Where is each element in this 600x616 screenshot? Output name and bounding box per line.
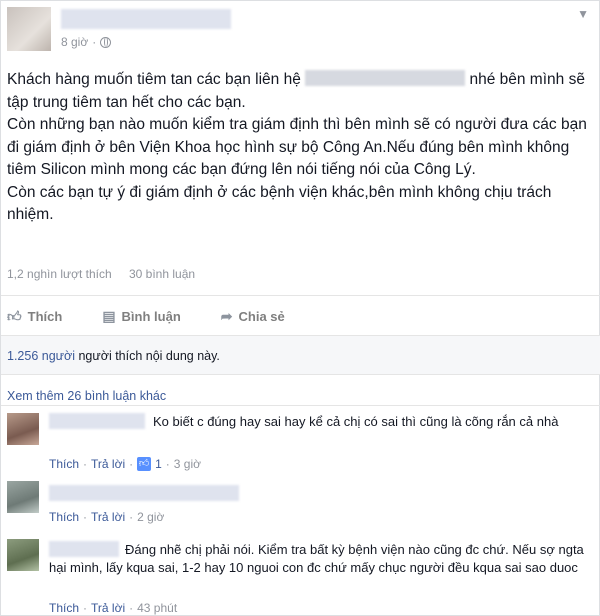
divider xyxy=(1,405,600,406)
post-paragraph-3: Còn các bạn tự ý đi giám định ở các bệnh… xyxy=(7,183,552,224)
comment-like-link[interactable]: Thích xyxy=(49,457,79,471)
author-name-redacted[interactable] xyxy=(61,9,231,29)
divider xyxy=(1,295,600,296)
comment-time[interactable]: 3 giờ xyxy=(174,457,201,471)
comment-like-count[interactable]: 1 xyxy=(155,457,162,471)
post-meta: 8 giờ · xyxy=(61,35,112,49)
comment-like-link[interactable]: Thích xyxy=(49,510,79,524)
comment-reply-link[interactable]: Trả lời xyxy=(91,457,125,471)
thumbs-up-icon: 👍︎ xyxy=(137,457,152,471)
comment-reply-link[interactable]: Trả lời xyxy=(91,510,125,524)
comment-icon: ▤ xyxy=(102,307,116,324)
comment-reply-link[interactable]: Trả lời xyxy=(91,601,125,615)
commenter-avatar[interactable] xyxy=(7,413,39,445)
comment-text: Đáng nhẽ chị phải nói. Kiểm tra bất kỳ b… xyxy=(49,542,584,575)
post-stats: 1,2 nghìn lượt thích 30 bình luận xyxy=(7,267,209,281)
commenter-avatar[interactable] xyxy=(7,481,39,513)
share-icon: ➦ xyxy=(220,307,233,324)
comment-meta: Thích · Trả lời · 👍︎ 1 · 3 giờ xyxy=(49,457,202,471)
post-card: 8 giờ · ▼ Khách hàng muốn tiêm tan các b… xyxy=(0,0,600,616)
likes-count[interactable]: 1,2 nghìn lượt thích xyxy=(7,267,112,281)
globe-icon xyxy=(100,36,112,48)
comment-meta: Thích · Trả lời · 2 giờ xyxy=(49,510,165,524)
comment-time[interactable]: 43 phút xyxy=(137,601,177,615)
post-time[interactable]: 8 giờ xyxy=(61,35,88,49)
comment-button[interactable]: ▤ Bình luận xyxy=(102,308,180,325)
comment-time[interactable]: 2 giờ xyxy=(137,510,164,524)
likers-link[interactable]: 1.256 người xyxy=(7,349,75,363)
comment-text: Ko biết c đúng hay sai hay kể cả chị có … xyxy=(153,414,559,429)
commenter-avatar[interactable] xyxy=(7,539,39,571)
post-body: Khách hàng muốn tiêm tan các bạn liên hệ… xyxy=(7,69,592,227)
post-paragraph-1: Khách hàng muốn tiêm tan các bạn liên hệ… xyxy=(7,70,585,111)
chevron-down-icon[interactable]: ▼ xyxy=(577,7,589,21)
phone-redacted xyxy=(305,70,466,86)
commenter-name-redacted[interactable] xyxy=(49,485,239,501)
share-button[interactable]: ➦ Chia sẻ xyxy=(221,308,285,325)
comments-count[interactable]: 30 bình luận xyxy=(129,267,195,281)
post-paragraph-2: Còn những bạn nào muốn kiểm tra giám địn… xyxy=(7,116,587,178)
likes-summary: 1.256 người người thích nội dung này. xyxy=(1,335,600,375)
comment-like-link[interactable]: Thích xyxy=(49,601,79,615)
comment-meta: Thích · Trả lời · 43 phút xyxy=(49,601,178,615)
action-bar: 👍︎ Thích ▤ Bình luận ➦ Chia sẻ xyxy=(1,301,600,331)
like-button[interactable]: 👍︎ Thích xyxy=(7,308,62,325)
author-avatar[interactable] xyxy=(7,7,51,51)
thumbs-up-icon: 👍︎ xyxy=(7,307,22,324)
view-more-comments-link[interactable]: Xem thêm 26 bình luận khác xyxy=(7,389,166,403)
